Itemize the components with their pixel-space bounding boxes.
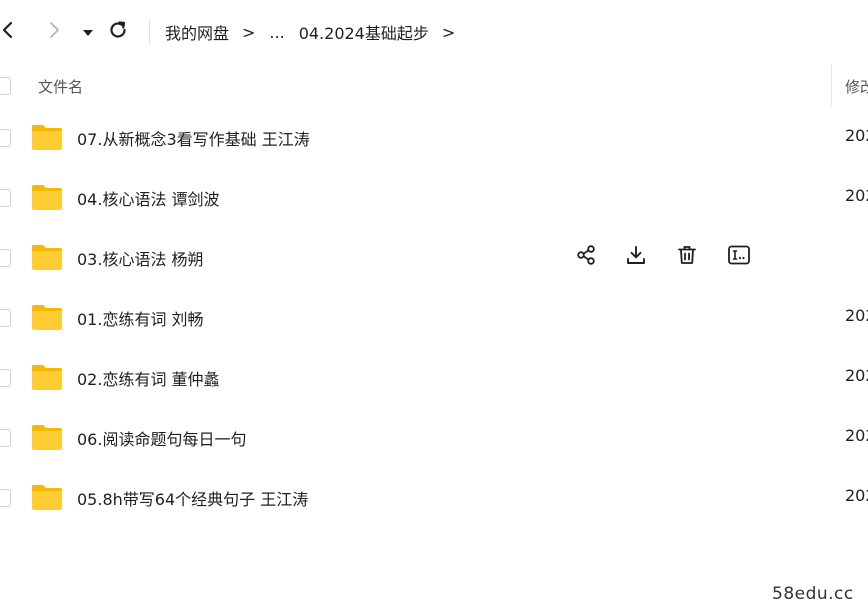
share-button[interactable] [572, 242, 600, 272]
file-list-header: 文件名 修改 [0, 64, 868, 108]
breadcrumb: 我的网盘 > ... 04.2024基础起步 > [165, 19, 469, 45]
file-modified-date: 202 [845, 186, 868, 205]
breadcrumb-current[interactable]: 04.2024基础起步 [299, 20, 429, 44]
folder-icon [31, 123, 63, 151]
file-name[interactable]: 03.核心语法 杨朔 [77, 246, 204, 270]
toolbar-divider [149, 20, 150, 44]
file-name[interactable]: 04.核心语法 谭剑波 [77, 186, 220, 210]
file-modified-date: 202 [845, 306, 868, 325]
share-icon [575, 244, 597, 270]
watermark: 58edu.cc [772, 584, 854, 604]
breadcrumb-trailing-separator[interactable]: > [442, 23, 455, 42]
rename-button[interactable] [725, 242, 753, 272]
file-row[interactable]: 05.8h带写64个经典句子 王江涛 202 [0, 468, 868, 528]
dropdown-icon [82, 23, 94, 42]
file-row[interactable]: 03.核心语法 杨朔 [0, 228, 868, 288]
folder-icon [31, 183, 63, 211]
file-modified-date: 202 [845, 126, 868, 145]
select-all-checkbox[interactable] [0, 77, 11, 95]
breadcrumb-ellipsis[interactable]: ... [269, 23, 284, 42]
row-checkbox[interactable] [0, 369, 11, 387]
refresh-icon [107, 19, 129, 45]
file-modified-date: 202 [845, 426, 868, 445]
file-modified-date: 202 [845, 486, 868, 505]
breadcrumb-separator: > [242, 22, 256, 42]
row-checkbox[interactable] [0, 489, 11, 507]
back-button[interactable] [0, 18, 22, 46]
file-name[interactable]: 05.8h带写64个经典句子 王江涛 [77, 486, 308, 510]
toolbar: 我的网盘 > ... 04.2024基础起步 > [0, 0, 868, 64]
file-row[interactable]: 02.恋练有词 董仲蠡 202 [0, 348, 868, 408]
column-divider[interactable] [831, 64, 832, 106]
folder-icon [31, 303, 63, 331]
file-row[interactable]: 04.核心语法 谭剑波 202 [0, 168, 868, 228]
back-icon [1, 20, 15, 44]
refresh-button[interactable] [104, 18, 132, 46]
file-modified-date: 202 [845, 366, 868, 385]
download-icon [625, 244, 647, 270]
row-checkbox[interactable] [0, 429, 11, 447]
folder-icon [31, 363, 63, 391]
breadcrumb-root[interactable]: 我的网盘 [165, 20, 229, 44]
file-name[interactable]: 07.从新概念3看写作基础 王江涛 [77, 126, 310, 150]
column-header-modified[interactable]: 修改 [845, 76, 868, 97]
folder-icon [31, 243, 63, 271]
row-checkbox[interactable] [0, 249, 11, 267]
file-row[interactable]: 07.从新概念3看写作基础 王江涛 202 [0, 108, 868, 168]
folder-icon [31, 483, 63, 511]
row-checkbox[interactable] [0, 189, 11, 207]
row-checkbox[interactable] [0, 129, 11, 147]
forward-button[interactable] [40, 18, 68, 46]
history-dropdown-button[interactable] [74, 18, 102, 46]
forward-icon [47, 20, 61, 44]
delete-icon [676, 244, 698, 270]
file-name[interactable]: 02.恋练有词 董仲蠡 [77, 366, 220, 390]
delete-button[interactable] [673, 242, 701, 272]
file-name[interactable]: 01.恋练有词 刘畅 [77, 306, 204, 330]
row-checkbox[interactable] [0, 309, 11, 327]
column-header-name[interactable]: 文件名 [38, 76, 83, 97]
rename-icon [727, 244, 751, 270]
file-row[interactable]: 06.阅读命题句每日一句 202 [0, 408, 868, 468]
folder-icon [31, 423, 63, 451]
file-row[interactable]: 01.恋练有词 刘畅 202 [0, 288, 868, 348]
file-name[interactable]: 06.阅读命题句每日一句 [77, 426, 246, 450]
download-button[interactable] [622, 242, 650, 272]
